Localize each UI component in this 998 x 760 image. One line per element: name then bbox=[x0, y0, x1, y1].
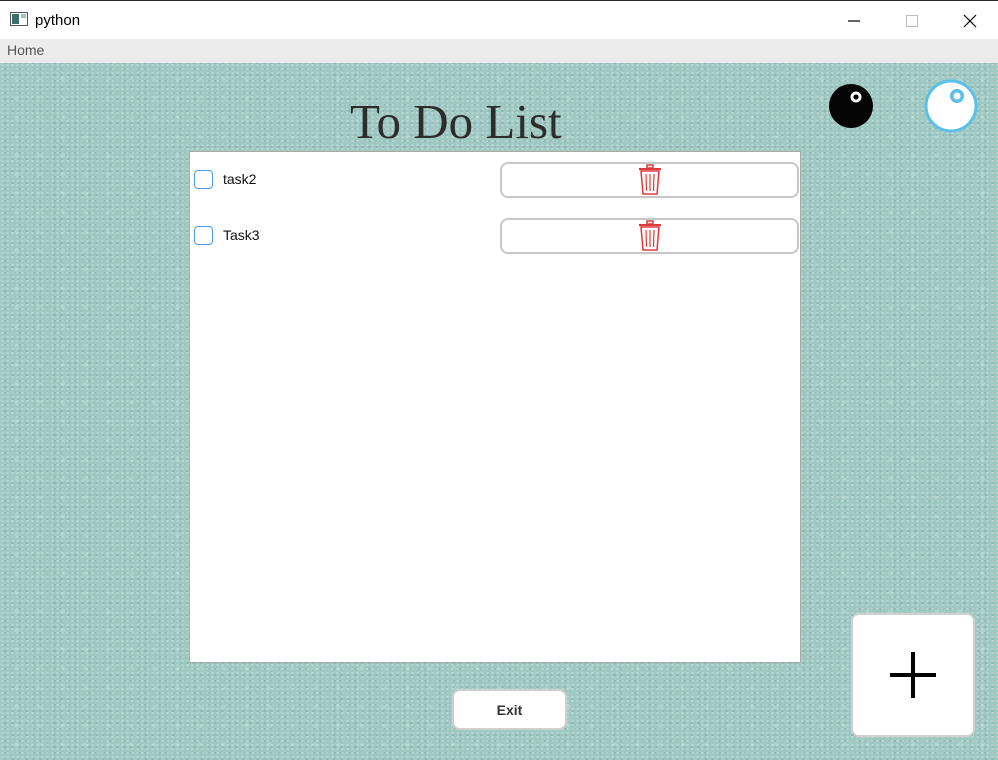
close-button[interactable] bbox=[941, 1, 998, 40]
menu-home[interactable]: Home bbox=[7, 42, 44, 58]
dark-theme-button[interactable] bbox=[828, 83, 874, 129]
main-content: To Do List task2 Task3 Exit bbox=[0, 63, 998, 760]
minimize-button[interactable] bbox=[825, 1, 883, 40]
task-label: Task3 bbox=[223, 227, 260, 243]
dark-theme-icon bbox=[829, 84, 873, 128]
task-label: task2 bbox=[223, 171, 257, 187]
task-checkbox[interactable] bbox=[194, 226, 213, 245]
plus-icon bbox=[890, 652, 936, 698]
light-theme-icon bbox=[924, 79, 978, 133]
task-item: task2 bbox=[190, 162, 800, 200]
delete-task-button[interactable] bbox=[500, 162, 799, 198]
close-icon bbox=[963, 14, 977, 27]
task-item: Task3 bbox=[190, 218, 800, 256]
task-list: task2 Task3 bbox=[189, 151, 801, 663]
window-titlebar: python bbox=[0, 0, 998, 39]
trash-icon bbox=[638, 164, 661, 195]
light-theme-button[interactable] bbox=[924, 79, 978, 133]
page-title: To Do List bbox=[350, 94, 562, 149]
add-task-button[interactable] bbox=[851, 613, 975, 737]
trash-icon bbox=[638, 220, 661, 251]
delete-task-button[interactable] bbox=[500, 218, 799, 254]
maximize-icon bbox=[906, 14, 918, 27]
app-window-icon bbox=[10, 12, 28, 26]
task-checkbox[interactable] bbox=[194, 170, 213, 189]
minimize-icon bbox=[848, 19, 860, 22]
exit-button[interactable]: Exit bbox=[452, 689, 567, 730]
menu-bar: Home bbox=[0, 39, 998, 63]
window-title: python bbox=[35, 12, 81, 29]
maximize-button[interactable] bbox=[883, 1, 941, 40]
